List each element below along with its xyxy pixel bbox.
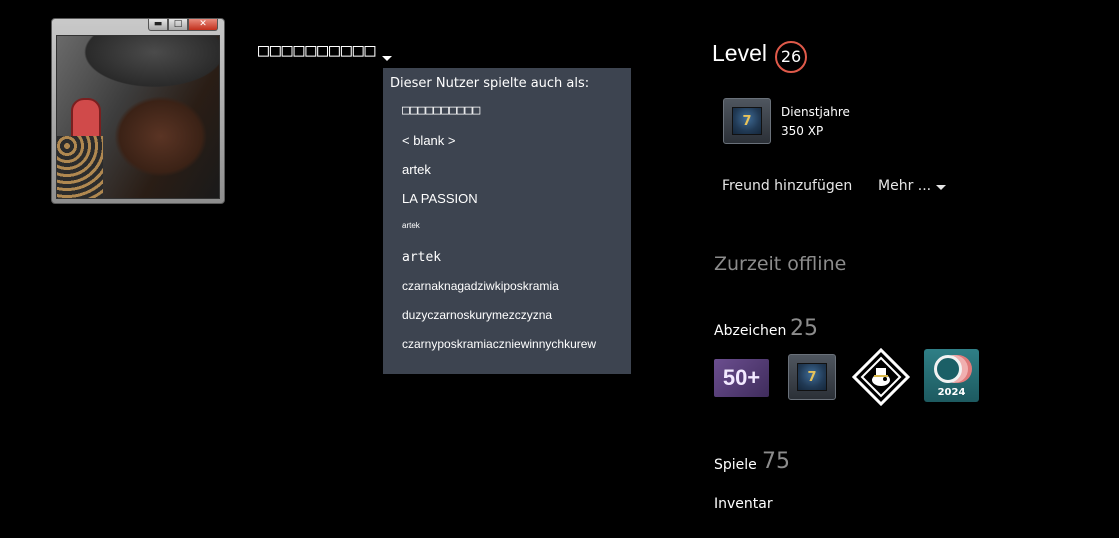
leopard-pattern (57, 136, 103, 198)
alias-item: artek (402, 162, 431, 177)
diamond-shape (851, 347, 911, 407)
alias-item: czarnaknagadziwkiposkramia (402, 279, 559, 293)
maximize-icon: □ (168, 19, 188, 31)
badge-year: 2024 (937, 387, 966, 398)
years-of-service-badge-icon[interactable]: 7 (723, 98, 771, 144)
online-status: Zurzeit offline (714, 253, 847, 275)
alias-item: duzyczarnoskurymezczyzna (402, 308, 553, 322)
steam-2024-badge-icon[interactable]: 2024 (924, 349, 979, 402)
alias-history-dropdown: Dieser Nutzer spielte auch als: □□□□□□□□… (383, 68, 631, 374)
badges-link[interactable]: Abzeichen (714, 323, 786, 339)
years-of-service-badge-icon[interactable]: 7 (788, 354, 836, 400)
games-count[interactable]: 75 (762, 449, 790, 474)
alias-item: LA PASSION (402, 191, 478, 206)
alias-item: artek (402, 250, 442, 265)
diamond-badge-icon[interactable] (851, 347, 911, 407)
more-button[interactable]: Mehr ... (878, 178, 931, 194)
alias-item: < blank > (402, 133, 456, 148)
avatar[interactable] (56, 35, 220, 199)
add-friend-button[interactable]: Freund hinzufügen (722, 178, 852, 194)
steam-logo-icon (934, 355, 962, 383)
games-link[interactable]: Spiele (714, 457, 757, 473)
badges-count[interactable]: 25 (790, 316, 818, 341)
chevron-down-icon[interactable] (382, 56, 392, 61)
badge-screen: 7 (732, 107, 762, 135)
featured-badge-title[interactable]: Dienstjahre (781, 105, 850, 119)
close-icon: ✕ (188, 19, 218, 31)
window-controls: ▬ □ ✕ (148, 19, 218, 31)
alias-item: □□□□□□□□□□ (402, 103, 481, 118)
player-name[interactable]: □□□□□□□□□□ (258, 40, 376, 61)
alias-item: czarnyposkramiaczniewinnychkurew (402, 337, 597, 351)
minimize-icon: ▬ (148, 19, 168, 31)
inventory-link[interactable]: Inventar (714, 496, 773, 512)
alias-item: artek (402, 221, 420, 230)
avatar-frame: ▬ □ ✕ (51, 18, 225, 204)
alias-heading: Dieser Nutzer spielte auch als: (390, 76, 590, 91)
chevron-down-icon[interactable] (936, 185, 946, 190)
level-label: Level (712, 40, 767, 66)
featured-badge-xp: 350 XP (781, 124, 824, 138)
fifty-plus-badge-icon[interactable]: 50+ (714, 359, 769, 397)
badge-screen: 7 (797, 363, 827, 391)
level-badge: 26 (775, 41, 807, 73)
